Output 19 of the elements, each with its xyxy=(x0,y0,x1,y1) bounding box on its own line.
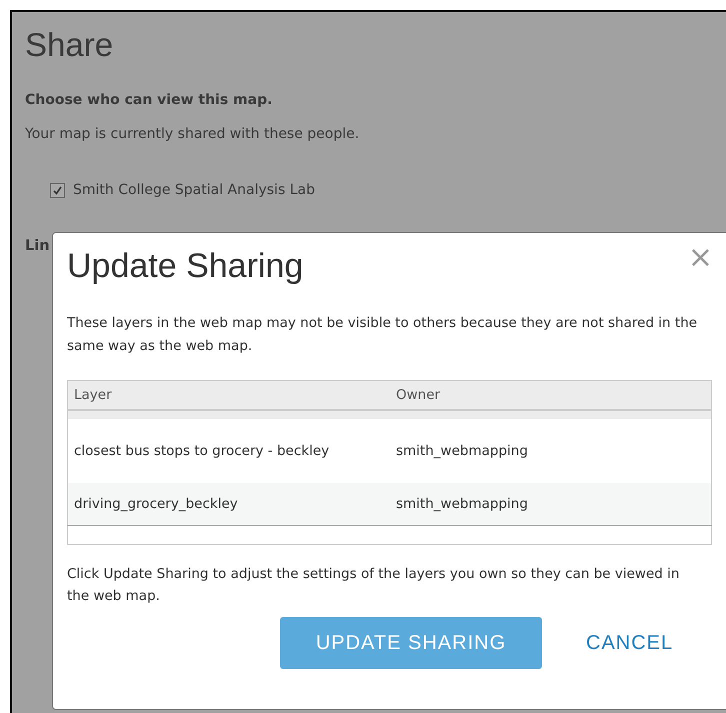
table-cell: smith_webmapping xyxy=(396,496,528,512)
cancel-button[interactable]: CANCEL xyxy=(586,632,674,654)
table-cell: smith_webmapping xyxy=(396,442,528,458)
panel-title: Share xyxy=(25,26,114,64)
checkbox[interactable] xyxy=(50,182,65,198)
column-header: Owner xyxy=(390,380,712,410)
table-cell: closest bus stops to grocery - beckley xyxy=(74,442,330,458)
dialog-message: These layers in the web map may not be visible to others because they are not shared in the same way as the web map. xyxy=(67,314,698,356)
update-sharing-button[interactable]: UPDATE SHARING xyxy=(280,617,542,669)
dialog-title: Update Sharing xyxy=(67,247,304,286)
description-text: Your map is currently shared with these people. xyxy=(25,126,360,142)
table-cell: driving_grocery_beckley xyxy=(74,496,238,512)
section-heading: Lin xyxy=(25,238,50,254)
column-header: Layer xyxy=(68,380,390,410)
group-label: Smith College Spatial Analysis Lab xyxy=(73,182,315,198)
close-button[interactable]: × xyxy=(688,243,713,273)
dialog-note: Click Update Sharing to adjust the settings of the layers you own so they can be viewed in the web map. xyxy=(67,565,680,606)
check-icon xyxy=(52,184,63,196)
section-heading: Choose who can view this map. xyxy=(25,92,274,108)
